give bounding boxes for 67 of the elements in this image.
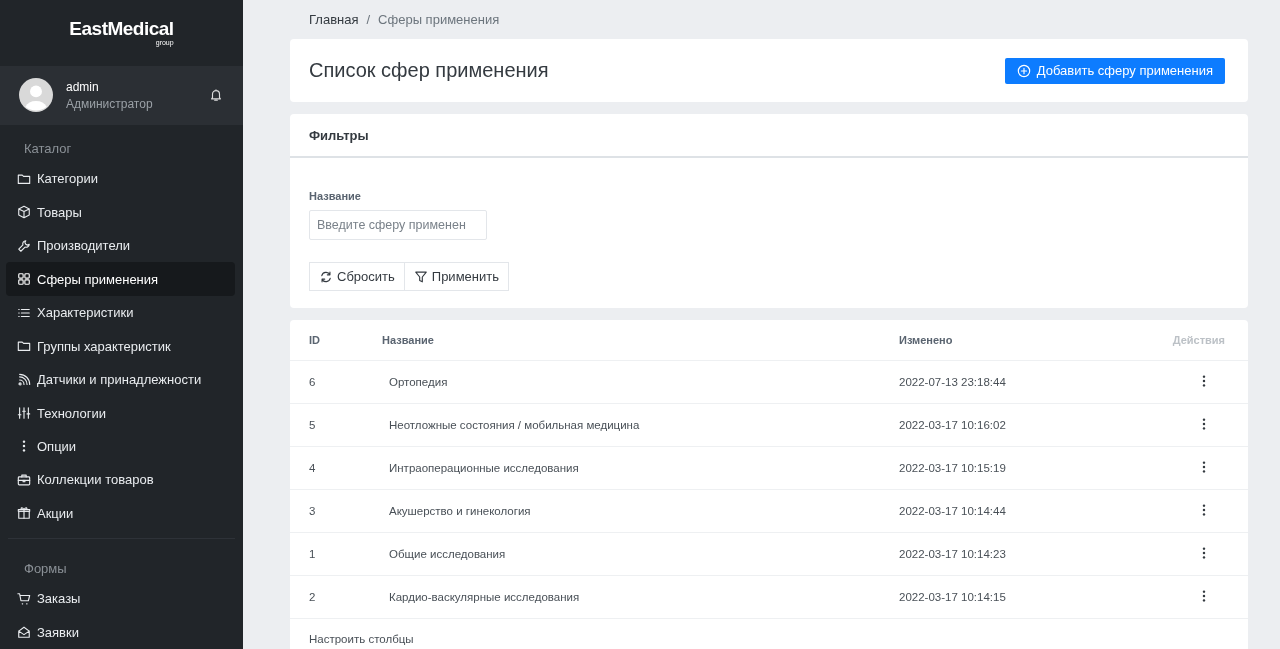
breadcrumb-separator: /	[366, 12, 371, 27]
briefcase-icon	[17, 472, 31, 487]
section-title: Формы	[23, 560, 68, 579]
folder-icon	[17, 171, 31, 186]
gift-icon	[17, 506, 31, 521]
bell-icon	[209, 88, 223, 103]
envelope-icon	[17, 625, 31, 640]
table-cell: 4	[290, 446, 381, 489]
sidebar-item[interactable]: Заказы	[6, 582, 235, 616]
sidebar-item[interactable]: Товары	[6, 195, 235, 229]
table-cell: Неотложные состояния / мобильная медицина	[381, 403, 898, 446]
table-cell: 6	[290, 360, 381, 403]
page-title: Список сфер применения	[309, 59, 549, 82]
table-cell: 3	[290, 489, 381, 532]
table-cell: Интраоперационные исследования	[381, 446, 898, 489]
table-cell: Ортопедия	[381, 360, 898, 403]
table-cell: 2022-03-17 10:14:15	[898, 575, 1128, 618]
sidebar-item[interactable]: Характеристики	[6, 295, 235, 330]
user-name: admin	[66, 79, 100, 94]
cube-icon	[17, 205, 31, 220]
reset-button[interactable]: Сбросить	[309, 262, 405, 291]
sidebar-item[interactable]: Опции	[6, 429, 235, 464]
name-input-field[interactable]: Введите сферу применен	[309, 210, 487, 240]
table-cell: Общие исследования	[381, 532, 898, 575]
sidebar-item[interactable]: Заявки	[6, 615, 235, 649]
sidebar-item[interactable]: Акции	[6, 496, 235, 531]
breadcrumb-current: Сферы применения	[378, 12, 500, 27]
sidebar-item[interactable]: Сферы применения	[6, 262, 235, 296]
notifications-button[interactable]	[209, 88, 223, 103]
table-cell: 1	[290, 532, 381, 575]
field-label: Название	[309, 190, 361, 202]
wrench-icon	[17, 238, 31, 253]
table-cell: Кардио-васкулярные исследования	[381, 575, 898, 618]
column-header[interactable]: Название	[381, 320, 898, 360]
column-header: Действия	[1128, 320, 1248, 360]
table-cell: 5	[290, 403, 381, 446]
grid-icon	[17, 272, 31, 287]
sidebar-item[interactable]: Технологии	[6, 396, 235, 430]
column-header[interactable]: Изменено	[898, 320, 1128, 360]
add-button[interactable]: Добавить сферу применения	[1004, 57, 1225, 84]
sidebar-item[interactable]: Датчики и принадлежности	[6, 362, 235, 397]
breadcrumb-link[interactable]: Главная	[309, 12, 359, 27]
user-role: Администратор	[66, 96, 154, 111]
table-cell: 2022-03-17 10:14:23	[898, 532, 1128, 575]
table-cell: 2022-03-17 10:16:02	[898, 403, 1128, 446]
sliders-icon	[17, 406, 31, 420]
folder-icon	[17, 339, 31, 354]
section-title: Каталог	[23, 140, 73, 158]
refresh-icon	[319, 269, 333, 284]
signal-waves-icon	[17, 372, 31, 387]
filter-icon	[413, 269, 428, 284]
column-header[interactable]: ID	[290, 320, 381, 360]
avatar-icon	[19, 78, 53, 113]
table-cell: 2	[290, 575, 381, 618]
configure-columns-link[interactable]: Настроить столбцы	[290, 618, 1248, 645]
cart-icon	[17, 591, 31, 606]
filters-title: Фильтры	[290, 114, 1248, 158]
table-cell: 2022-07-13 23:18:44	[898, 360, 1128, 403]
table-cell: Акушерство и гинекология	[381, 489, 898, 532]
sidebar-item[interactable]: Производители	[6, 228, 235, 263]
apply-button[interactable]: Применить	[404, 262, 509, 291]
sidebar-item[interactable]: Категории	[6, 162, 235, 196]
plus-circle-icon	[1016, 63, 1031, 78]
table-cell: 2022-03-17 10:15:19	[898, 446, 1128, 489]
table-cell: 2022-03-17 10:14:44	[898, 489, 1128, 532]
sidebar-item[interactable]: Коллекции товаров	[6, 463, 235, 497]
sidebar-item[interactable]: Группы характеристик	[6, 329, 235, 363]
